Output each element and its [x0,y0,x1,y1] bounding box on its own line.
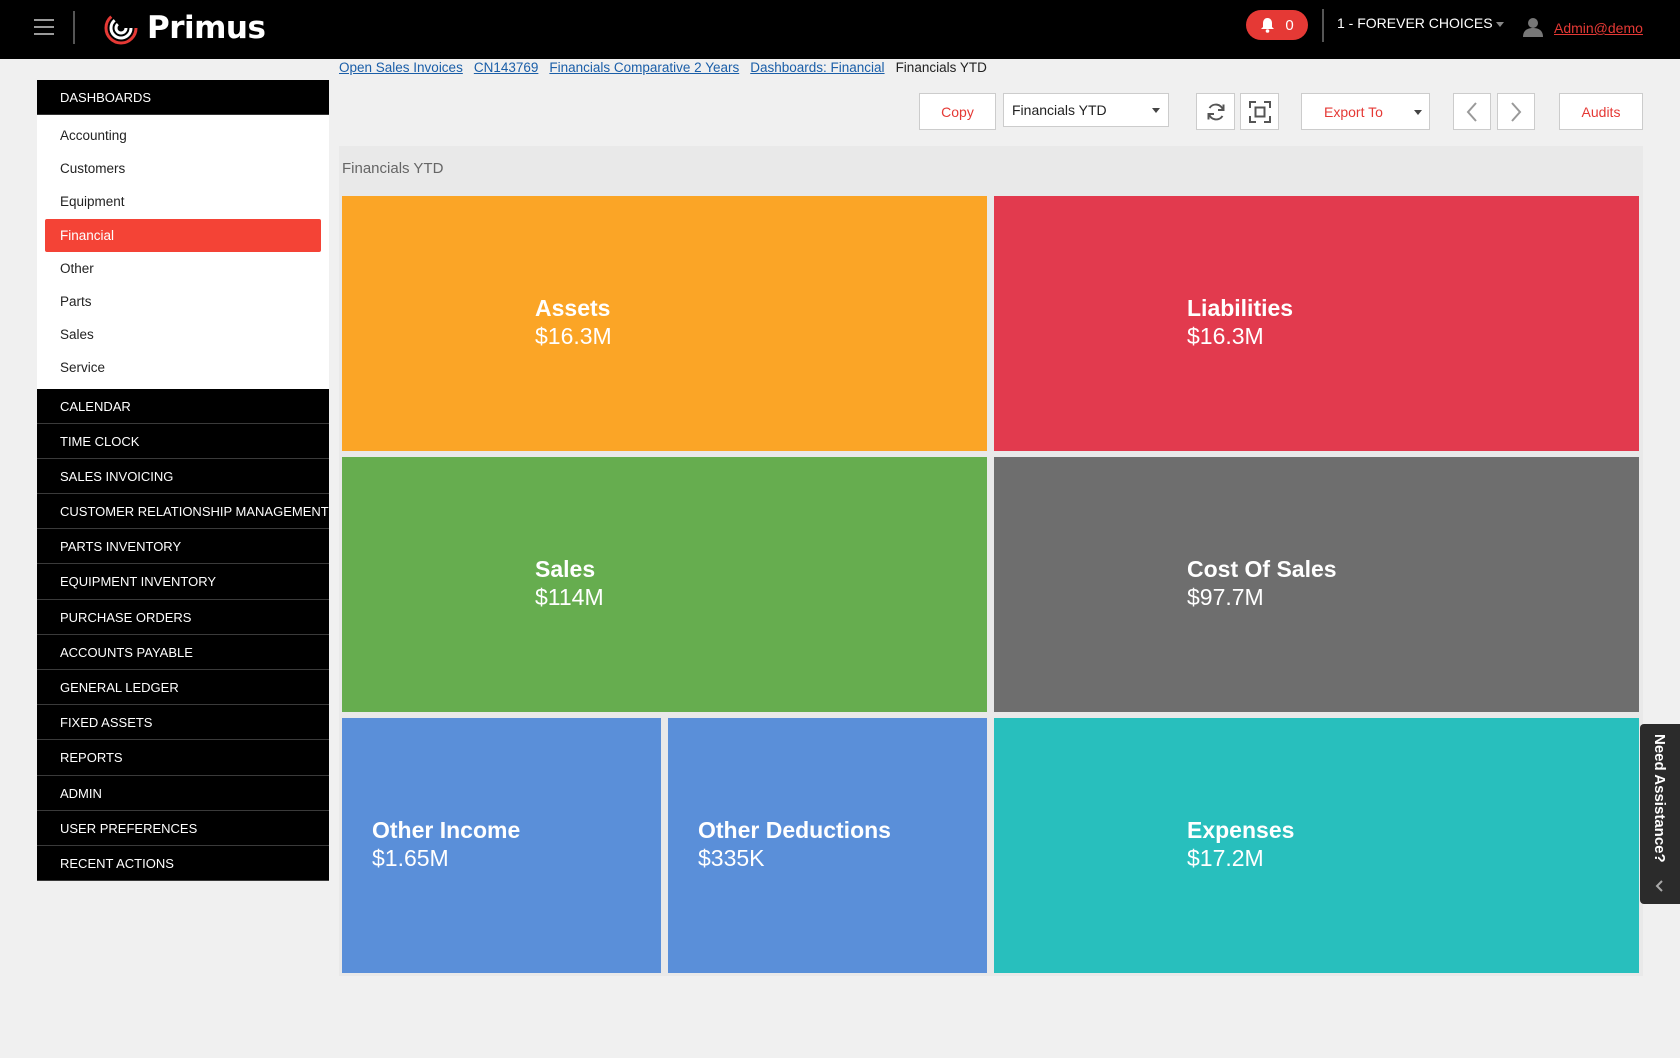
sidebar-section-crm[interactable]: CUSTOMER RELATIONSHIP MANAGEMENT [37,494,329,530]
chevron-left-icon [1466,101,1477,122]
divider [73,11,75,44]
tile-label: Other Deductions [698,817,891,843]
tile-value: $17.2M [1187,845,1264,871]
breadcrumb-link[interactable]: CN143769 [474,60,539,75]
sidebar-item-service[interactable]: Service [37,351,329,384]
sidebar-section-parts-inventory[interactable]: PARTS INVENTORY [37,529,329,565]
tile-other-income[interactable]: Other Income $1.65M [342,718,661,973]
tile-label: Other Income [372,817,521,843]
copy-button[interactable]: Copy [919,93,996,130]
tile-label: Assets [535,295,611,321]
breadcrumb: Open Sales Invoices CN143769 Financials … [339,60,987,75]
tile-expenses[interactable]: Expenses $17.2M [994,718,1639,973]
sidebar-section-equipment-inventory[interactable]: EQUIPMENT INVENTORY [37,564,329,600]
sidebar-section-calendar[interactable]: CALENDAR [37,388,329,424]
tile-liabilities[interactable]: Liabilities $16.3M [994,196,1639,451]
notifications-button[interactable]: 0 [1246,10,1308,40]
fullscreen-icon [1248,100,1271,123]
chevron-down-icon [1414,110,1422,115]
sidebar-section-accounts-payable[interactable]: ACCOUNTS PAYABLE [37,634,329,670]
sidebar-section-general-ledger[interactable]: GENERAL LEDGER [37,670,329,706]
breadcrumb-current: Financials YTD [895,60,987,75]
sidebar-section-recent-actions[interactable]: RECENT ACTIONS [37,845,329,882]
tile-label: Expenses [1187,817,1295,843]
company-selector[interactable]: 1 - FOREVER CHOICES [1337,15,1493,31]
sidebar-section-purchase-orders[interactable]: PURCHASE ORDERS [37,599,329,635]
tile-value: $16.3M [1187,323,1264,349]
tile-label: Liabilities [1187,295,1294,321]
export-label: Export To [1324,103,1383,120]
sidebar: DASHBOARDS Accounting Customers Equipmen… [37,80,329,882]
notifications-count: 0 [1285,16,1294,34]
need-assistance-label: Need Assistance? [1651,734,1668,863]
tile-sales[interactable]: Sales $114M [342,457,987,712]
sidebar-section-reports[interactable]: REPORTS [37,740,329,776]
refresh-icon [1207,103,1224,120]
brand-name: Primus [147,10,266,46]
sidebar-section-user-preferences[interactable]: USER PREFERENCES [37,810,329,846]
user-account-link[interactable]: Admin@demo [1554,20,1643,36]
breadcrumb-link[interactable]: Dashboards: Financial [750,60,884,75]
dashboard-title: Financials YTD [342,160,444,177]
top-bar: Primus 0 1 - FOREVER CHOICES Admin@demo [0,0,1680,59]
fullscreen-button[interactable] [1240,93,1279,130]
dashboard-select[interactable]: Financials YTD [1003,93,1169,127]
previous-button[interactable] [1453,93,1491,130]
sidebar-item-customers[interactable]: Customers [37,152,329,185]
logo[interactable]: Primus [103,8,266,48]
tile-value: $97.7M [1187,584,1264,610]
refresh-button[interactable] [1196,93,1235,130]
need-assistance-tab[interactable]: Need Assistance? [1640,724,1680,904]
export-button[interactable]: Export To [1301,93,1430,130]
breadcrumb-link[interactable]: Financials Comparative 2 Years [549,60,739,75]
sidebar-item-parts[interactable]: Parts [37,285,329,318]
sidebar-section-fixed-assets[interactable]: FIXED ASSETS [37,705,329,741]
menu-icon[interactable] [34,19,54,37]
tile-value: $335K [698,845,765,871]
audits-button[interactable]: Audits [1559,93,1643,130]
divider [1322,9,1324,42]
tile-label: Cost Of Sales [1187,556,1337,582]
chevron-left-icon [1655,880,1663,892]
tile-other-deductions[interactable]: Other Deductions $335K [668,718,987,973]
sidebar-item-other[interactable]: Other [37,252,329,285]
tile-value: $1.65M [372,845,449,871]
user-icon [1523,18,1543,37]
sidebar-section-time-clock[interactable]: TIME CLOCK [37,423,329,459]
sidebar-item-accounting[interactable]: Accounting [37,119,329,152]
chevron-down-icon[interactable] [1496,22,1504,27]
sidebar-section-sales-invoicing[interactable]: SALES INVOICING [37,458,329,495]
primus-logo-icon [104,11,138,45]
sidebar-section-dashboards[interactable]: DASHBOARDS [37,80,329,115]
dashboard-select-value: Financials YTD [1012,102,1107,118]
tile-value: $16.3M [535,323,612,349]
chevron-down-icon [1152,108,1160,113]
tile-assets[interactable]: Assets $16.3M [342,196,987,451]
sidebar-section-admin[interactable]: ADMIN [37,775,329,811]
tile-value: $114M [535,584,604,610]
dashboard-panel: Financials YTD Assets $16.3M Liabilities… [339,146,1643,976]
tile-cost-of-sales[interactable]: Cost Of Sales $97.7M [994,457,1639,712]
tile-label: Sales [535,556,596,582]
sidebar-item-financial[interactable]: Financial [45,218,321,252]
sidebar-item-equipment[interactable]: Equipment [37,185,329,218]
bell-icon [1261,18,1275,33]
chevron-right-icon [1511,101,1522,122]
sidebar-item-sales[interactable]: Sales [37,318,329,351]
breadcrumb-link[interactable]: Open Sales Invoices [339,60,463,75]
next-button[interactable] [1497,93,1535,130]
dashboards-submenu: Accounting Customers Equipment Financial… [37,115,329,389]
